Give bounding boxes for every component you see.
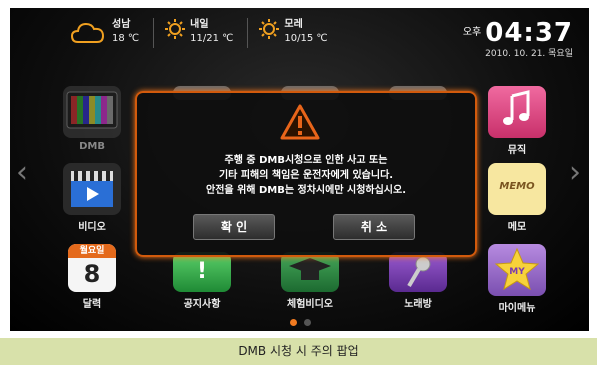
app-notice-label: 공지사항 — [183, 299, 221, 310]
microphone-icon — [389, 252, 447, 292]
page-dot[interactable] — [304, 319, 311, 326]
weather-day-after: 모레 10/15 ℃ — [258, 18, 328, 46]
divider — [153, 18, 155, 48]
mymenu-badge-text: MY — [509, 267, 525, 277]
music-note-icon — [488, 86, 546, 138]
memo-icon-text: MEMO — [499, 181, 535, 192]
weather-bar: 성남 18 ℃ 내일 11/21 ℃ 모레 10/15 ℃ — [70, 18, 342, 48]
weather-tomorrow: 내일 11/21 ℃ — [164, 18, 233, 46]
app-video[interactable]: 비디오 — [60, 163, 124, 233]
cancel-button[interactable]: 취 소 — [333, 214, 415, 240]
calendar-icon: 월요일 8 — [68, 244, 116, 292]
clapperboard-icon — [63, 163, 121, 215]
weather-city: 성남 — [112, 19, 131, 30]
divider — [247, 18, 249, 48]
figure-caption: DMB 시청 시 주의 팝업 — [0, 338, 597, 365]
warning-message: 주행 중 DMB시청으로 인한 사고 또는 기타 피해의 책임은 운전자에게 있… — [137, 153, 475, 198]
app-dmb[interactable]: DMB — [60, 86, 124, 152]
sun-icon — [259, 19, 280, 39]
cloud-icon — [70, 22, 105, 43]
app-music-label: 뮤직 — [507, 145, 527, 156]
app-dmb-label: DMB — [79, 141, 105, 152]
page-dot-active[interactable] — [290, 319, 297, 326]
app-notice[interactable]: ! 공지사항 — [170, 252, 234, 310]
tv-icon — [63, 86, 121, 138]
confirm-button[interactable]: 확 인 — [193, 214, 275, 240]
calendar-day-label: 월요일 — [68, 244, 116, 258]
weather-day-after-temp: 10/15 ℃ — [284, 33, 328, 44]
weather-today: 성남 18 ℃ — [70, 18, 139, 46]
app-karaoke[interactable]: 노래방 — [386, 252, 450, 310]
app-memo-label: 메모 — [507, 222, 527, 233]
calendar-day-number: 8 — [83, 260, 101, 288]
weather-day-after-label: 모레 — [284, 19, 303, 30]
memo-note-icon: MEMO — [488, 163, 546, 215]
clock: 오후 04:37 2010. 10. 21. 목요일 — [463, 18, 573, 59]
warning-line-2: 기타 피해의 책임은 운전자에게 있습니다. — [218, 170, 394, 181]
warning-icon — [280, 104, 320, 140]
app-exp-video-label: 체험비디오 — [287, 299, 333, 310]
warning-line-1: 주행 중 DMB시청으로 인한 사고 또는 — [224, 155, 388, 166]
notice-bubble-icon: ! — [173, 252, 231, 292]
app-karaoke-label: 노래방 — [404, 299, 432, 310]
weather-tomorrow-temp: 11/21 ℃ — [190, 33, 234, 44]
app-video-label: 비디오 — [78, 222, 106, 233]
weather-tomorrow-label: 내일 — [190, 19, 209, 30]
app-calendar-label: 달력 — [82, 299, 102, 310]
warning-line-3: 안전을 위해 DMB는 정차시에만 시청하십시오. — [206, 185, 406, 196]
star-icon: MY — [488, 244, 546, 296]
device-screen: 성남 18 ℃ 내일 11/21 ℃ 모레 10/15 ℃ 오후 04:37 2… — [10, 8, 589, 331]
next-page-arrow[interactable]: › — [569, 153, 583, 193]
clock-ampm: 오후 — [462, 27, 482, 38]
weather-today-temp: 18 ℃ — [112, 33, 140, 44]
dmb-warning-dialog: 주행 중 DMB시청으로 인한 사고 또는 기타 피해의 책임은 운전자에게 있… — [135, 91, 477, 257]
graduation-cap-icon — [281, 252, 339, 292]
page-indicator — [290, 319, 318, 326]
app-exp-video[interactable]: 체험비디오 — [278, 252, 342, 310]
clock-time: 04:37 — [485, 18, 573, 48]
app-music[interactable]: 뮤직 — [485, 86, 549, 156]
app-mymenu-label: 마이메뉴 — [498, 303, 536, 314]
app-calendar[interactable]: 월요일 8 달력 — [60, 244, 124, 310]
prev-page-arrow[interactable]: ‹ — [16, 153, 30, 193]
sun-icon — [165, 19, 186, 39]
app-mymenu[interactable]: MY 마이메뉴 — [485, 244, 549, 314]
app-memo[interactable]: MEMO 메모 — [485, 163, 549, 233]
